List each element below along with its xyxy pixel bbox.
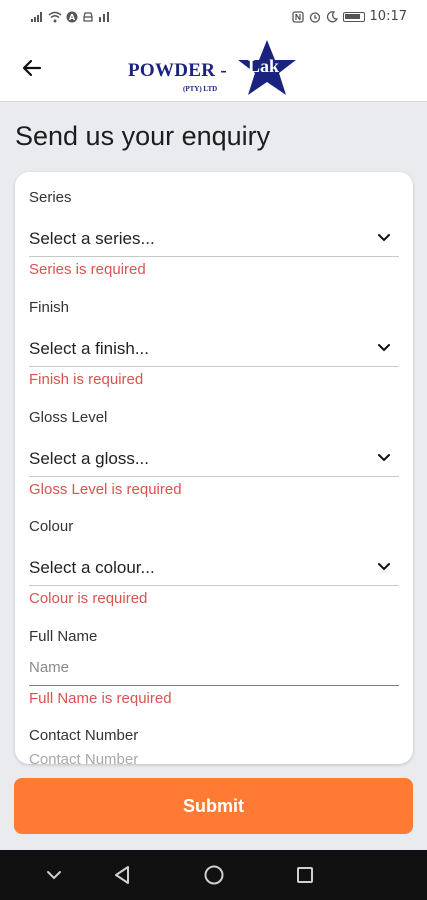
powder-lak-logo: POWDER - Lak (PTY) LTD	[128, 40, 303, 100]
status-bar: A 10:17	[0, 0, 427, 34]
full-name-error: Full Name is required	[29, 690, 172, 707]
finish-select[interactable]: Select a finish...	[29, 329, 399, 367]
back-button[interactable]	[18, 54, 46, 82]
app-header: POWDER - Lak (PTY) LTD	[0, 34, 427, 102]
colour-field: Colour Select a colour... Colour is requ…	[29, 518, 399, 607]
system-nav-bar	[0, 850, 427, 900]
bar-chart-icon	[99, 12, 109, 22]
full-name-input-wrapper	[29, 650, 399, 686]
contact-number-input[interactable]: Contact Number	[29, 751, 138, 764]
contact-number-label: Contact Number	[29, 727, 139, 744]
full-name-label: Full Name	[29, 628, 98, 645]
colour-select-placeholder: Select a colour...	[29, 558, 155, 577]
colour-error: Colour is required	[29, 590, 148, 607]
gloss-select-placeholder: Select a gloss...	[29, 449, 150, 468]
finish-error: Finish is required	[29, 371, 144, 388]
finish-label: Finish	[29, 299, 70, 316]
logo-star-text: Lak	[248, 56, 280, 76]
series-field: Series Select a series... Series is requ…	[29, 189, 399, 278]
series-select-placeholder: Select a series...	[29, 229, 155, 248]
recents-square-icon[interactable]	[293, 863, 317, 887]
logo-subtitle: (PTY) LTD	[183, 85, 218, 93]
svg-text:A: A	[69, 13, 76, 22]
chevron-down-icon	[378, 454, 390, 462]
full-name-input[interactable]	[29, 650, 399, 685]
notification-a-icon: A	[66, 11, 78, 23]
finish-field: Finish Select a finish... Finish is requ…	[29, 299, 399, 388]
home-circle-icon[interactable]	[202, 863, 226, 887]
gloss-select[interactable]: Select a gloss...	[29, 439, 399, 477]
chevron-down-icon	[378, 234, 390, 242]
chevron-down-icon	[378, 344, 390, 352]
submit-button[interactable]: Submit	[14, 778, 413, 834]
back-triangle-icon[interactable]	[110, 863, 134, 887]
colour-label: Colour	[29, 518, 74, 535]
signal-icon	[31, 12, 42, 22]
chevron-down-icon[interactable]	[42, 863, 66, 887]
chevron-down-icon	[378, 563, 390, 571]
enquiry-form-card: Series Select a series... Series is requ…	[15, 172, 413, 764]
status-time: 10:17	[369, 9, 407, 24]
back-arrow-icon	[22, 59, 42, 77]
battery-icon	[342, 12, 365, 22]
gloss-label: Gloss Level	[29, 409, 108, 426]
nfc-icon	[291, 11, 304, 23]
wifi-icon	[48, 11, 62, 23]
moon-icon	[326, 11, 338, 23]
contact-number-field: Contact Number Contact Number	[29, 727, 399, 764]
alarm-icon	[309, 12, 320, 23]
full-name-field: Full Name Full Name is required	[29, 628, 399, 707]
status-left-icons: A	[30, 11, 110, 23]
page-title: Send us your enquiry	[15, 121, 271, 151]
series-error: Series is required	[29, 261, 146, 278]
colour-select[interactable]: Select a colour...	[29, 548, 399, 586]
series-label: Series	[29, 189, 72, 206]
gloss-error: Gloss Level is required	[29, 481, 182, 498]
car-icon	[83, 12, 93, 22]
series-select[interactable]: Select a series...	[29, 219, 399, 257]
finish-select-placeholder: Select a finish...	[29, 339, 150, 358]
logo-text: POWDER -	[128, 60, 227, 81]
gloss-field: Gloss Level Select a gloss... Gloss Leve…	[29, 409, 399, 498]
status-right-icons: 10:17	[291, 9, 407, 24]
